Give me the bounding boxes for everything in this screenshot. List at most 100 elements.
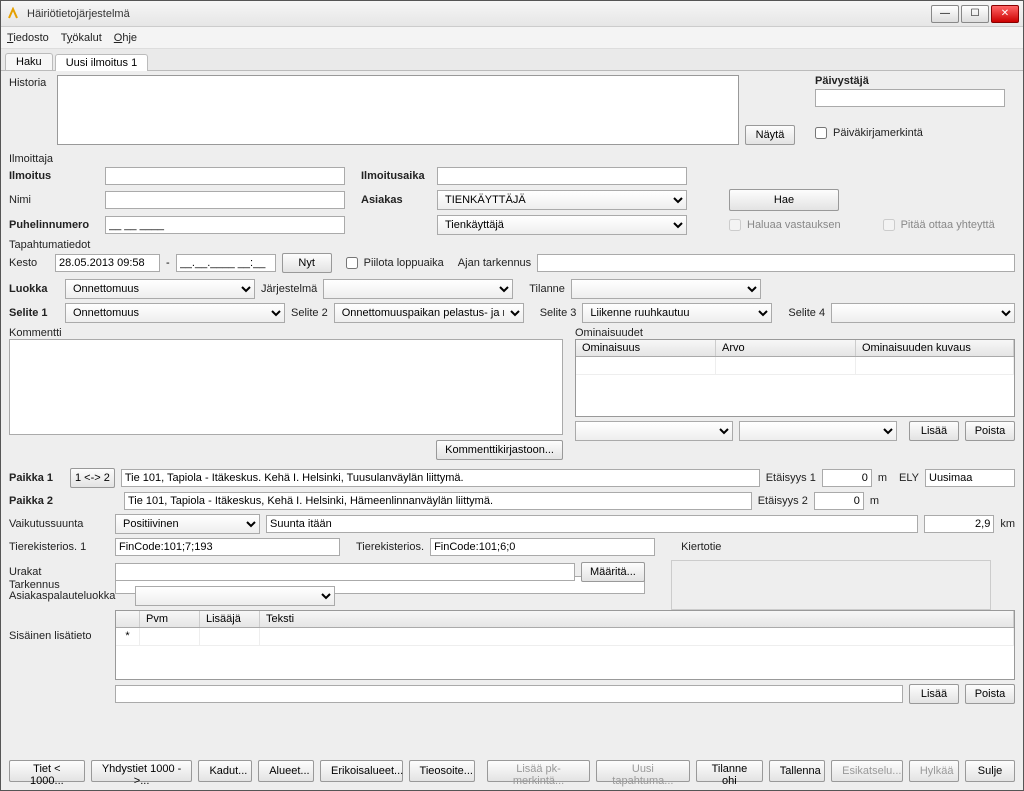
- swap-paikka-button[interactable]: 1 <-> 2: [70, 468, 115, 488]
- paikka2-label: Paikka 2: [9, 495, 64, 507]
- ominaisuudet-label: Ominaisuudet: [575, 327, 1015, 339]
- maximize-button[interactable]: ☐: [961, 5, 989, 23]
- window-title: Häiriötietojärjestelmä: [27, 8, 931, 20]
- paikka1-input[interactable]: [121, 469, 760, 487]
- ilmoittaja-header: Ilmoittaja: [9, 153, 1015, 165]
- kommentti-textarea[interactable]: [9, 339, 563, 435]
- tab-haku[interactable]: Haku: [5, 53, 53, 70]
- etaisyys1-input[interactable]: [822, 469, 872, 487]
- jarjestelma-select[interactable]: [323, 279, 513, 299]
- puhelin-input[interactable]: [105, 216, 345, 234]
- luokka-select[interactable]: Onnettomuus: [65, 279, 255, 299]
- piilota-label: Piilota loppuaika: [364, 257, 444, 269]
- tiere2-input[interactable]: [430, 538, 655, 556]
- selite3-select[interactable]: Liikenne ruuhkautuu: [582, 303, 772, 323]
- menu-tyokalut[interactable]: Työkalut: [61, 32, 102, 44]
- app-window: Häiriötietojärjestelmä — ☐ ✕ Tiedosto Ty…: [0, 0, 1024, 791]
- sisainen-lisaa-button[interactable]: Lisää: [909, 684, 959, 704]
- selite2-select[interactable]: Onnettomuuspaikan pelastus- ja raivaust: [334, 303, 524, 323]
- sisainen-label: Sisäinen lisätieto: [9, 610, 109, 642]
- pvm-col: Pvm: [140, 611, 200, 627]
- selite4-select[interactable]: [831, 303, 1015, 323]
- kiertotie-label: Kiertotie: [681, 541, 721, 553]
- nyt-button[interactable]: Nyt: [282, 253, 332, 273]
- apl-select[interactable]: [135, 586, 335, 606]
- urakat-input[interactable]: [115, 563, 575, 581]
- tab-uusi-ilmoitus[interactable]: Uusi ilmoitus 1: [55, 54, 149, 71]
- kiertotie-textarea[interactable]: [671, 560, 991, 610]
- sulje-button[interactable]: Sulje: [965, 760, 1015, 782]
- tilanne-select[interactable]: [571, 279, 761, 299]
- window-buttons: — ☐ ✕: [931, 5, 1019, 23]
- lisaa-pk-button: Lisää pk-merkintä...: [487, 760, 589, 782]
- ominaisuus-poista-button[interactable]: Poista: [965, 421, 1015, 441]
- ilmoitus-label: Ilmoitus: [9, 170, 99, 182]
- tiet-button[interactable]: Tiet < 1000...: [9, 760, 85, 782]
- ilmoitusaika-input[interactable]: [437, 167, 687, 185]
- teksti-col: Teksti: [260, 611, 1014, 627]
- suunta-input[interactable]: [266, 515, 918, 533]
- asiakas-sub-select[interactable]: Tienkäyttäjä: [437, 215, 687, 235]
- erikoisalueet-button[interactable]: Erikoisalueet...: [320, 760, 402, 782]
- kadut-button[interactable]: Kadut...: [198, 760, 252, 782]
- tilanne-ohi-button[interactable]: Tilanne ohi: [696, 760, 763, 782]
- maarita-button[interactable]: Määritä...: [581, 562, 645, 582]
- arvo-select[interactable]: [739, 421, 897, 441]
- lisaaja-col: Lisääjä: [200, 611, 260, 627]
- historia-textarea[interactable]: [57, 75, 739, 145]
- ominaisuudet-grid[interactable]: Ominaisuus Arvo Ominaisuuden kuvaus: [575, 339, 1015, 417]
- haluaa-vastauksen-label: Haluaa vastauksen: [747, 219, 841, 231]
- jarjestelma-label: Järjestelmä: [261, 283, 317, 295]
- minimize-button[interactable]: —: [931, 5, 959, 23]
- hae-button[interactable]: Hae: [729, 189, 839, 211]
- dist-input[interactable]: [924, 515, 994, 533]
- tieosoite-button[interactable]: Tieosoite...: [409, 760, 476, 782]
- puhelin-label: Puhelinnumero: [9, 219, 99, 231]
- selite4-label: Selite 4: [788, 307, 825, 319]
- menu-ohje[interactable]: Ohje: [114, 32, 137, 44]
- urakat-label: Urakat: [9, 566, 109, 578]
- paivakirjamerkinta-checkbox[interactable]: [815, 127, 827, 139]
- kesto-to-input[interactable]: [176, 254, 276, 272]
- vaikutussuunta-select[interactable]: Positiivinen: [115, 514, 260, 534]
- tiere1-input[interactable]: [115, 538, 340, 556]
- ajan-tarkennus-input[interactable]: [537, 254, 1015, 272]
- etaisyys2-input[interactable]: [814, 492, 864, 510]
- kesto-from-input[interactable]: [55, 254, 160, 272]
- pitaa-ottaa-checkbox: [883, 219, 895, 231]
- paikka2-input[interactable]: [124, 492, 752, 510]
- esikatselu-button: Esikatselu...: [831, 760, 903, 782]
- tilanne-label: Tilanne: [529, 283, 565, 295]
- yhdystiet-button[interactable]: Yhdystiet 1000 ->...: [91, 760, 193, 782]
- paivystaja-input[interactable]: [815, 89, 1005, 107]
- sisainen-grid[interactable]: Pvm Lisääjä Teksti *: [115, 610, 1015, 680]
- app-icon: [5, 6, 21, 22]
- ely-label: ELY: [899, 472, 919, 484]
- nayta-button[interactable]: Näytä: [745, 125, 795, 145]
- ominaisuus-lisaa-button[interactable]: Lisää: [909, 421, 959, 441]
- tiere1-label: Tierekisterios. 1: [9, 541, 109, 553]
- ominaisuus-select[interactable]: [575, 421, 733, 441]
- kuvaus-col: Ominaisuuden kuvaus: [856, 340, 1014, 356]
- piilota-checkbox[interactable]: [346, 257, 358, 269]
- menu-tiedosto[interactable]: Tiedosto: [7, 32, 49, 44]
- ely-input[interactable]: [925, 469, 1015, 487]
- selite2-label: Selite 2: [291, 307, 328, 319]
- alueet-button[interactable]: Alueet...: [258, 760, 314, 782]
- tabbar: Haku Uusi ilmoitus 1: [1, 49, 1023, 71]
- row-marker: *: [116, 628, 140, 646]
- m2-label: m: [870, 495, 879, 507]
- sisainen-text-input[interactable]: [115, 685, 903, 703]
- vaikutussuunta-label: Vaikutussuunta: [9, 518, 109, 530]
- sisainen-poista-button[interactable]: Poista: [965, 684, 1015, 704]
- asiakas-select[interactable]: TIENKÄYTTÄJÄ: [437, 190, 687, 210]
- close-button[interactable]: ✕: [991, 5, 1019, 23]
- ilmoitus-input[interactable]: [105, 167, 345, 185]
- kommenttikirjastoon-button[interactable]: Kommenttikirjastoon...: [436, 440, 563, 460]
- tallenna-button[interactable]: Tallenna: [769, 760, 825, 782]
- nimi-input[interactable]: [105, 191, 345, 209]
- arvo-col: Arvo: [716, 340, 856, 356]
- selite1-select[interactable]: Onnettomuus: [65, 303, 285, 323]
- selite3-label: Selite 3: [540, 307, 577, 319]
- tiere2-label: Tierekisterios.: [356, 541, 424, 553]
